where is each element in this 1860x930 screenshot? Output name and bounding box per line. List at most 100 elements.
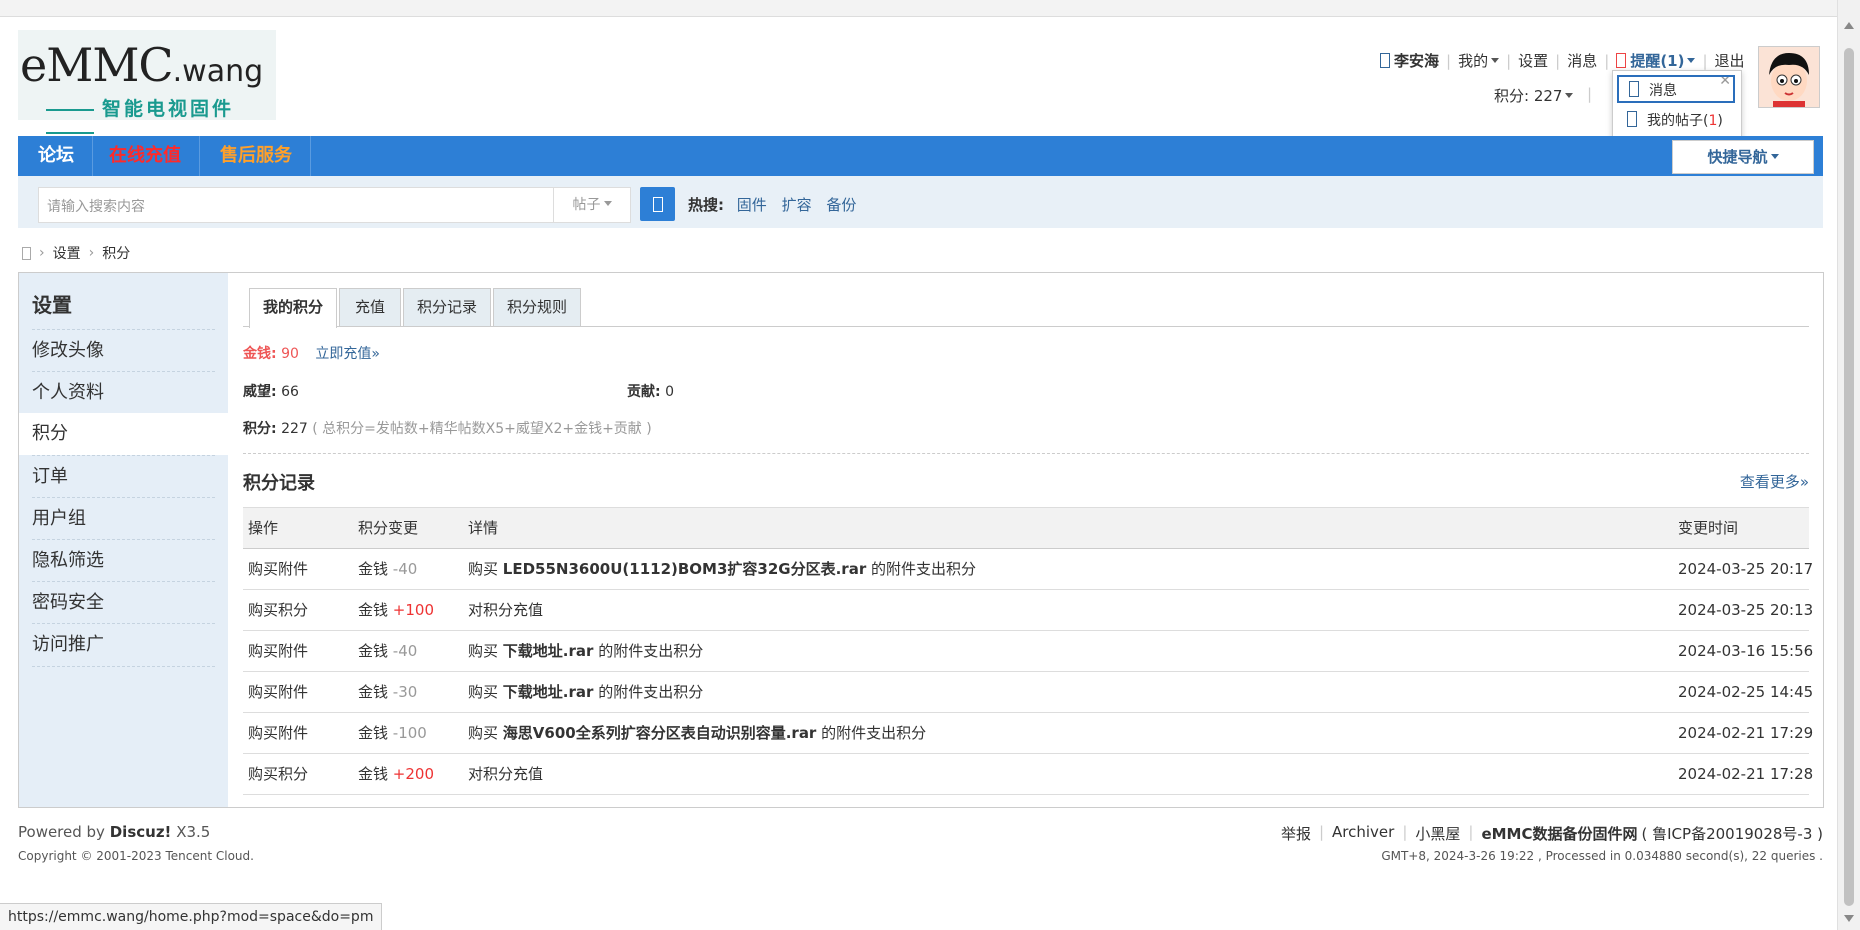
- record-operation: 购买积分: [248, 765, 309, 783]
- record-operation: 购买附件: [248, 724, 309, 742]
- attachment-link[interactable]: 下载地址.rar: [503, 683, 594, 701]
- nav-recharge[interactable]: 在线充值: [91, 136, 200, 176]
- sidebar-item-credits[interactable]: 积分: [19, 413, 228, 455]
- sidebar-item-orders[interactable]: 订单: [32, 455, 215, 498]
- record-detail: 对积分充值: [468, 765, 544, 783]
- money-row: 金钱: 90 立即充值»: [243, 346, 380, 362]
- sidebar-item-profile[interactable]: 个人资料: [32, 371, 215, 414]
- record-time: 2024-03-25 20:13: [1678, 601, 1814, 619]
- copyright: Copyright © 2001-2023 Tencent Cloud.: [18, 849, 254, 863]
- table-header: 操作 积分变更 详情 变更时间: [243, 507, 1809, 549]
- site-logo[interactable]: eMMC.wang 智能电视固件: [18, 30, 276, 120]
- sidebar-item-password[interactable]: 密码安全: [32, 581, 215, 624]
- record-detail: 对积分充值: [468, 601, 544, 619]
- record-detail: 购买 下载地址.rar 的附件支出积分: [468, 683, 704, 701]
- table-row: 购买附件 金钱 -30 购买 下载地址.rar 的附件支出积分 2024-02-25 …: [243, 672, 1813, 713]
- scrollbar[interactable]: [1837, 0, 1860, 930]
- table-row: 购买附件 金钱 -40 购买 下载地址.rar 的附件支出积分 2024-03-16 …: [243, 631, 1813, 672]
- record-change: 金钱 -40: [358, 560, 418, 578]
- tab-credit-log[interactable]: 积分记录: [403, 288, 491, 326]
- alerts-menu[interactable]: 提醒(1): [1630, 50, 1696, 71]
- sidebar-item-promotion[interactable]: 访问推广: [32, 623, 215, 666]
- mine-menu[interactable]: 我的: [1458, 50, 1500, 71]
- report-link[interactable]: 举报: [1281, 823, 1311, 844]
- tab-recharge[interactable]: 充值: [339, 288, 401, 326]
- tab-credit-rules[interactable]: 积分规则: [493, 288, 581, 326]
- sidebar-item-privacy[interactable]: 隐私筛选: [32, 539, 215, 582]
- table-row: 购买附件 金钱 -40 购买 LED55N3600U(1112)BOM3扩容32G分…: [243, 549, 1813, 590]
- search-type-select[interactable]: 帖子: [553, 187, 631, 223]
- hot-term[interactable]: 固件: [737, 196, 767, 214]
- contribution-value: 0: [665, 384, 674, 400]
- view-more-link[interactable]: 查看更多»: [1740, 471, 1809, 492]
- scroll-up-icon[interactable]: [1844, 22, 1854, 29]
- hot-term[interactable]: 扩容: [782, 196, 812, 214]
- breadcrumb-item: 积分: [102, 246, 131, 262]
- record-time: 2024-02-25 14:45: [1678, 683, 1814, 701]
- total-credits-row: 积分: 227 ( 总积分=发帖数+精华帖数X5+威望X2+金钱+贡献 ): [243, 421, 652, 437]
- search-input[interactable]: 请输入搜索内容: [38, 187, 555, 223]
- scrollbar-thumb[interactable]: [1844, 48, 1854, 906]
- search-placeholder: 请输入搜索内容: [47, 199, 145, 215]
- message-icon: [1629, 81, 1639, 97]
- settings-sidebar: 设置 修改头像 个人资料 积分 订单 用户组 隐私筛选 密码安全 访问推广: [19, 273, 228, 807]
- scroll-down-icon[interactable]: [1844, 915, 1854, 922]
- archiver-link[interactable]: Archiver: [1332, 823, 1394, 844]
- breadcrumb-item[interactable]: 设置: [53, 243, 81, 263]
- sidebar-item-usergroup[interactable]: 用户组: [32, 497, 215, 540]
- hot-term[interactable]: 备份: [826, 196, 856, 214]
- table-row: 购买积分 金钱 +100 对积分充值 2024-03-25 20:13: [243, 590, 1813, 631]
- tab-my-credits[interactable]: 我的积分: [249, 288, 337, 328]
- credit-records-table: 操作 积分变更 详情 变更时间 购买附件 金钱 -40 购买 LED55N3600U…: [243, 507, 1813, 795]
- processed-info: GMT+8, 2024-3-26 19:22 , Processed in 0.…: [1381, 849, 1823, 863]
- icp-link[interactable]: ( 鲁ICP备20019028号-3 ): [1642, 823, 1824, 844]
- record-operation: 购买附件: [248, 683, 309, 701]
- attachment-link[interactable]: 海思V600全系列扩容分区表自动识别容量.rar: [503, 724, 817, 742]
- logout-link[interactable]: 退出: [1715, 50, 1745, 71]
- recharge-now-link[interactable]: 立即充值»: [315, 346, 380, 362]
- nav-after-sales[interactable]: 售后服务: [202, 136, 311, 176]
- record-change: 金钱 -40: [358, 642, 418, 660]
- record-operation: 购买附件: [248, 560, 309, 578]
- chevron-down-icon: [1687, 58, 1696, 63]
- prestige-value: 66: [281, 384, 299, 400]
- breadcrumb: › 设置 › 积分: [22, 243, 130, 263]
- search-button[interactable]: [640, 187, 675, 221]
- sidebar-title: 设置: [32, 293, 72, 317]
- attachment-link[interactable]: LED55N3600U(1112)BOM3扩容32G分区表.rar: [503, 560, 866, 578]
- search-icon: [653, 197, 663, 212]
- user-nav: 李安海 | 我的 | 设置 | 消息 | 提醒(1) | 退出: [1380, 50, 1745, 71]
- hot-search-label: 热搜:: [688, 196, 724, 214]
- home-icon[interactable]: [22, 246, 31, 260]
- logo-brand: eMMC.wang: [20, 38, 264, 92]
- nav-forum[interactable]: 论坛: [18, 136, 93, 176]
- credits-content: 我的积分 充值 积分记录 积分规则 金钱: 90 立即充值» 威望: 66 贡献…: [243, 273, 1813, 807]
- quick-nav-button[interactable]: 快捷导航: [1672, 140, 1814, 174]
- site-name-link[interactable]: eMMC数据备份固件网: [1481, 823, 1637, 844]
- sidebar-item-avatar[interactable]: 修改头像: [32, 329, 215, 372]
- messages-link[interactable]: 消息: [1567, 50, 1597, 71]
- money-value: 90: [281, 346, 299, 362]
- chevron-down-icon: [1565, 93, 1574, 98]
- attachment-link[interactable]: 下载地址.rar: [503, 642, 594, 660]
- chevron-down-icon: [1770, 154, 1779, 159]
- record-time: 2024-02-21 17:28: [1678, 765, 1814, 783]
- table-row: 购买积分 金钱 +200 对积分充值 2024-02-21 17:28: [243, 754, 1813, 795]
- popup-item-my-posts[interactable]: 我的帖子(1): [1617, 107, 1735, 135]
- record-time: 2024-03-16 15:56: [1678, 642, 1814, 660]
- popup-item-messages[interactable]: 消息: [1617, 75, 1735, 103]
- username-link[interactable]: 李安海: [1394, 50, 1439, 71]
- credits-menu[interactable]: 积分: 227: [1494, 85, 1574, 106]
- prestige-row: 威望: 66: [243, 384, 299, 400]
- blackroom-link[interactable]: 小黑屋: [1415, 823, 1460, 844]
- record-detail: 购买 海思V600全系列扩容分区表自动识别容量.rar 的附件支出积分: [468, 724, 927, 742]
- user-icon: [1380, 53, 1390, 68]
- record-change: 金钱 +200: [358, 765, 434, 783]
- powered-by: Powered by Discuz! X3.5: [18, 823, 211, 841]
- record-operation: 购买附件: [248, 642, 309, 660]
- status-url: https://emmc.wang/home.php?mod=space&do=…: [0, 903, 383, 930]
- discuz-link[interactable]: Discuz!: [110, 823, 172, 841]
- settings-link[interactable]: 设置: [1518, 50, 1548, 71]
- record-change: 金钱 +100: [358, 601, 434, 619]
- avatar[interactable]: [1758, 46, 1820, 108]
